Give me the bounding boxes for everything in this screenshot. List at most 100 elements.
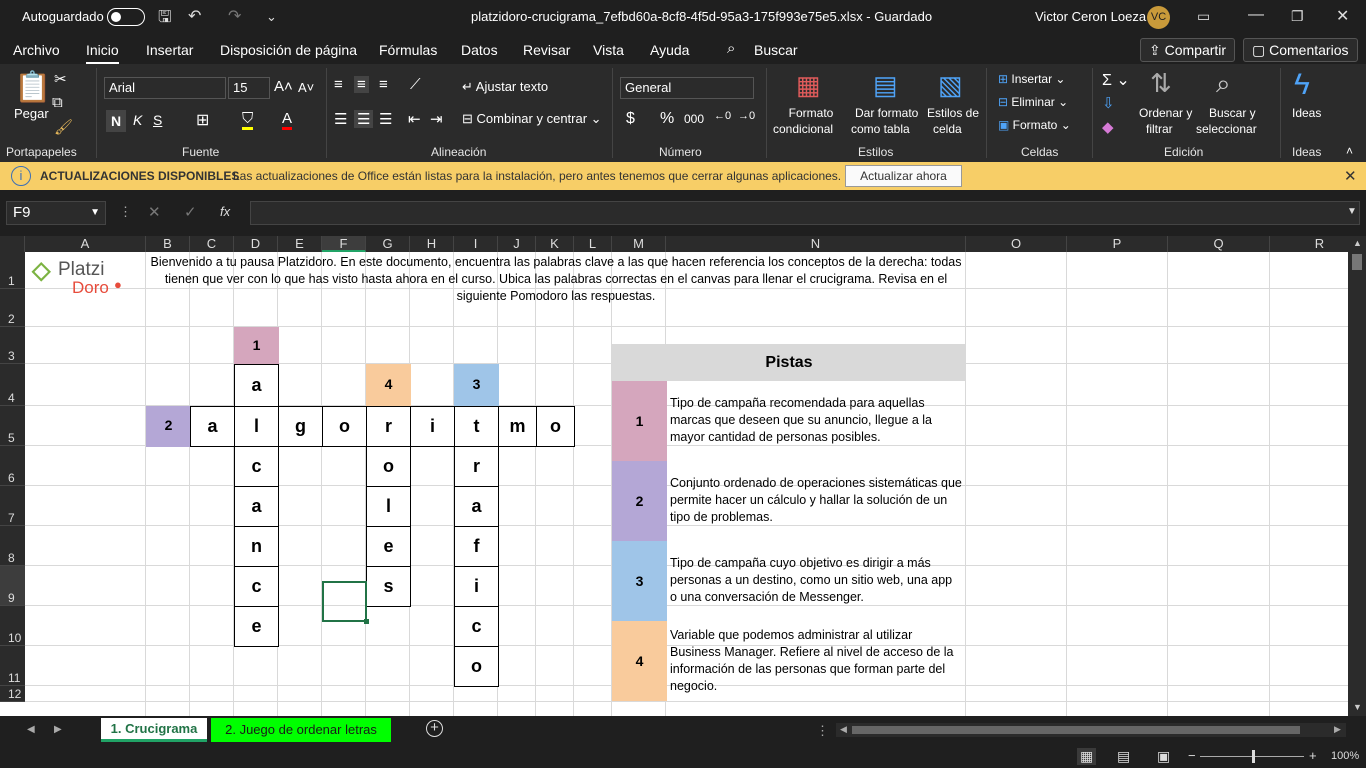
number-format-select[interactable]: General [620, 77, 754, 99]
crossword-cell[interactable]: t [454, 406, 499, 447]
crossword-cell[interactable]: n [234, 526, 279, 567]
comments-button[interactable]: ▢ Comentarios [1243, 38, 1358, 62]
format-as-table-icon[interactable]: ▤ [873, 70, 898, 101]
orientation-icon[interactable]: ⟋ [410, 76, 421, 93]
crossword-cell[interactable]: f [454, 526, 499, 567]
fill-handle[interactable] [364, 619, 369, 624]
wrap-text-button[interactable]: ↵ Ajustar texto [462, 79, 548, 95]
zoom-out-icon[interactable]: − [1188, 748, 1196, 763]
crossword-cell[interactable]: c [454, 606, 499, 647]
search-icon[interactable]: ⌕ [727, 40, 735, 57]
tab-inicio[interactable]: Inicio [86, 42, 119, 65]
crossword-cell[interactable]: c [234, 566, 279, 607]
ribbon-display-icon[interactable]: ▭ [1197, 8, 1210, 25]
collapse-ribbon-icon[interactable]: ˄ [1346, 144, 1353, 158]
align-left-icon[interactable]: ☰ [334, 110, 347, 128]
decrease-decimal-icon[interactable]: →0 [738, 110, 755, 122]
next-sheet-icon[interactable]: ▶ [54, 724, 62, 735]
scroll-right-icon[interactable]: ▶ [1334, 724, 1341, 735]
format-as-table-button[interactable]: Dar formato [855, 106, 918, 120]
crossword-cell[interactable]: o [536, 406, 575, 447]
font-size-select[interactable]: 15 [228, 77, 270, 99]
clear-icon[interactable]: ◆ [1102, 118, 1114, 136]
conditional-format-button[interactable]: Formato [786, 106, 836, 120]
zoom-level[interactable]: 100% [1331, 750, 1359, 762]
select-all-corner[interactable] [0, 236, 25, 252]
crossword-cell[interactable]: a [454, 486, 499, 527]
align-top-icon[interactable]: ≡ [334, 76, 343, 93]
column-header-n[interactable]: N [666, 236, 966, 252]
crossword-cell[interactable]: o [322, 406, 367, 447]
tab-revisar[interactable]: Revisar [523, 42, 570, 58]
crossword-marker-1[interactable]: 1 [234, 327, 279, 365]
percent-icon[interactable]: % [660, 110, 674, 128]
bold-button[interactable]: N [106, 110, 126, 132]
close-icon[interactable]: ✕ [1336, 6, 1349, 26]
crossword-cell[interactable]: r [366, 406, 411, 447]
crossword-cell[interactable]: i [410, 406, 455, 447]
crossword-cell[interactable]: o [454, 646, 499, 687]
cell-styles-icon[interactable]: ▧ [938, 70, 963, 101]
scroll-up-icon[interactable]: ▲ [1353, 238, 1362, 248]
paste-icon[interactable]: 📋 [14, 70, 51, 105]
row-header-9[interactable]: 9 [0, 566, 25, 606]
customize-toolbar-icon[interactable]: ⌄ [266, 9, 277, 25]
row-header-11[interactable]: 11 [0, 646, 25, 686]
tab-ayuda[interactable]: Ayuda [650, 42, 689, 58]
zoom-in-icon[interactable]: + [1309, 748, 1317, 763]
thousands-icon[interactable]: 000 [684, 112, 704, 126]
search-label[interactable]: Buscar [754, 42, 798, 58]
cell-styles-button[interactable]: Estilos de [927, 106, 979, 120]
close-notification-icon[interactable]: ✕ [1344, 167, 1357, 185]
column-header-l[interactable]: L [574, 236, 612, 252]
horizontal-scrollbar[interactable]: ◀ ▶ [836, 723, 1346, 737]
font-family-select[interactable]: Arial [104, 77, 226, 99]
column-header-b[interactable]: B [146, 236, 190, 252]
sheet-tab-juego[interactable]: 2. Juego de ordenar letras [211, 718, 391, 742]
fill-color-icon[interactable]: ⛉ [242, 110, 254, 130]
insert-function-icon[interactable]: fx [220, 204, 230, 219]
normal-view-icon[interactable]: ▦ [1077, 748, 1097, 765]
update-now-button[interactable]: Actualizar ahora [845, 165, 962, 187]
crossword-cell[interactable]: a [190, 406, 235, 447]
format-painter-icon[interactable]: 🖌 [54, 118, 73, 136]
restore-icon[interactable]: ❐ [1291, 8, 1304, 25]
increase-font-icon[interactable]: A˄ [274, 78, 293, 95]
ideas-icon[interactable]: ϟ [1294, 68, 1310, 102]
more-options-icon[interactable]: ⋮ [119, 204, 132, 220]
tab-datos[interactable]: Datos [461, 42, 498, 58]
column-header-m[interactable]: M [612, 236, 666, 252]
column-header-o[interactable]: O [966, 236, 1067, 252]
column-header-a[interactable]: A [25, 236, 146, 252]
decrease-indent-icon[interactable]: ⇤ [408, 110, 421, 128]
spreadsheet-grid[interactable]: A B C D E F G H I J K L M N O P Q R 1 2 3 4 5 6 7 8 9 10 11 12 ◇ Plat… [0, 236, 1348, 716]
crossword-marker-4[interactable]: 4 [366, 364, 411, 407]
row-header-8[interactable]: 8 [0, 526, 25, 566]
tab-options-icon[interactable]: ⋮ [816, 723, 829, 739]
undo-icon[interactable]: ↶ [188, 6, 201, 26]
row-header-5[interactable]: 5 [0, 406, 25, 446]
delete-cells-button[interactable]: ⊟ Eliminar ⌄ [998, 95, 1068, 109]
format-cells-button[interactable]: ▣ Formato ⌄ [998, 118, 1071, 132]
cancel-icon[interactable]: ✕ [148, 203, 161, 221]
column-header-h[interactable]: H [410, 236, 454, 252]
autosave-toggle[interactable] [107, 8, 145, 26]
sort-filter-button[interactable]: Ordenar y [1139, 106, 1192, 120]
sort-filter-icon[interactable]: ⇅ [1150, 68, 1172, 99]
font-color-icon[interactable]: A [282, 110, 293, 130]
column-header-q[interactable]: Q [1168, 236, 1270, 252]
crossword-cell[interactable]: o [366, 446, 411, 487]
redo-icon[interactable]: ↷ [228, 6, 241, 26]
paste-button[interactable]: Pegar [14, 106, 49, 121]
formula-input[interactable] [250, 201, 1360, 225]
column-header-c[interactable]: C [190, 236, 234, 252]
insert-cells-button[interactable]: ⊞ Insertar ⌄ [998, 72, 1065, 86]
copy-icon[interactable]: ⧉ [52, 94, 63, 111]
tab-vista[interactable]: Vista [593, 42, 624, 58]
save-icon[interactable]: 🖫 [158, 6, 172, 33]
crossword-cell[interactable]: a [234, 486, 279, 527]
column-header-r[interactable]: R [1270, 236, 1348, 252]
crossword-cell[interactable]: s [366, 566, 411, 607]
merge-center-button[interactable]: ⊟ Combinar y centrar ⌄ [462, 111, 602, 127]
column-header-i[interactable]: I [454, 236, 498, 252]
